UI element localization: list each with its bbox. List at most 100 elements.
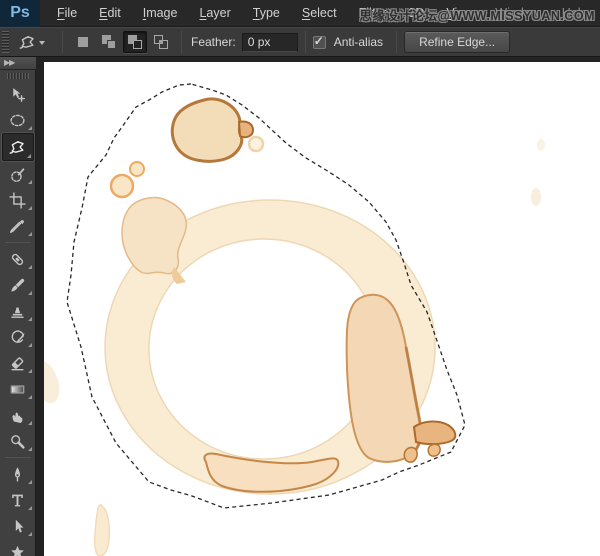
flyout-triangle-icon (27, 506, 32, 510)
photoshop-window: Ps File Edit Image Layer Type Select Fil… (0, 0, 600, 556)
flyout-triangle-icon (26, 154, 31, 158)
flyout-triangle-icon (27, 480, 32, 484)
anti-alias-label: Anti-alias (333, 35, 384, 49)
stain-dot (129, 161, 145, 177)
stain-speck (537, 139, 545, 151)
gradient-tool-icon (10, 384, 25, 394)
stain-drip (94, 504, 110, 556)
workspace: ▶▶ (0, 57, 600, 556)
feather-input[interactable] (241, 32, 298, 52)
intersect-selection-button[interactable] (149, 31, 173, 53)
flyout-triangle-icon (27, 343, 32, 347)
tools-panel-body (0, 70, 36, 556)
move-tool-icon (13, 87, 25, 102)
divider (396, 31, 398, 53)
refine-edge-button[interactable]: Refine Edge... (404, 31, 511, 53)
dodge-tool-button[interactable] (0, 428, 36, 454)
options-bar-grip[interactable] (2, 31, 9, 53)
anti-alias-checkbox[interactable] (312, 34, 326, 49)
custom-shape-icon (11, 545, 24, 556)
elliptical-marquee-tool-button[interactable] (0, 107, 36, 133)
menu-file[interactable]: File (46, 6, 88, 20)
flyout-triangle-icon (27, 447, 32, 451)
menu-bar: Ps File Edit Image Layer Type Select Fil… (0, 0, 600, 27)
flyout-triangle-icon (27, 369, 32, 373)
tools-panel: ▶▶ (0, 57, 36, 556)
clone-stamp-tool-button[interactable] (0, 298, 36, 324)
feather-label: Feather: (191, 35, 236, 49)
divider (181, 31, 182, 53)
menu-layer[interactable]: Layer (188, 6, 241, 20)
flyout-triangle-icon (27, 421, 32, 425)
divider (62, 31, 63, 53)
coffee-stain-artwork (44, 62, 600, 556)
stain-nub (427, 443, 441, 457)
clone-stamp-icon (11, 306, 24, 318)
stain-tiny-ring (247, 135, 265, 153)
stain-dot (109, 173, 135, 199)
tools-divider (4, 242, 31, 243)
elliptical-marquee-icon (10, 114, 25, 126)
tools-panel-grip[interactable] (6, 73, 29, 79)
spot-healing-brush-tool-button[interactable] (0, 246, 36, 272)
add-to-selection-button[interactable] (97, 31, 121, 53)
type-tool-button[interactable] (0, 487, 36, 513)
flyout-triangle-icon (27, 232, 32, 236)
eraser-tool-button[interactable] (0, 350, 36, 376)
gradient-tool-button[interactable] (0, 376, 36, 402)
eyedropper-tool-button[interactable] (0, 213, 36, 239)
polygonal-lasso-tool-button[interactable] (1, 133, 34, 161)
flyout-triangle-icon (27, 265, 32, 269)
canvas-area (36, 57, 600, 556)
menu-image[interactable]: Image (132, 6, 189, 20)
stain-bump (237, 120, 255, 139)
brush-tool-button[interactable] (0, 272, 36, 298)
quick-selection-tool-button[interactable] (0, 161, 36, 187)
document-canvas[interactable] (44, 62, 600, 556)
site-watermark: 思缘设计论坛@WWW.MISSYUAN.COM (359, 9, 595, 23)
subtract-from-selection-icon (128, 35, 142, 49)
flyout-triangle-icon (27, 180, 32, 184)
crop-tool-icon (9, 191, 26, 209)
stain-speck (531, 188, 541, 206)
dodge-tool-icon (11, 434, 25, 449)
brush-tool-icon (11, 278, 25, 292)
healing-brush-icon (11, 253, 24, 265)
pen-tool-button[interactable] (0, 461, 36, 487)
tools-divider (4, 457, 31, 458)
path-selection-tool-button[interactable] (0, 513, 36, 539)
flyout-triangle-icon (27, 395, 32, 399)
stain-top-splotch (170, 97, 244, 163)
stain-left-lobe (121, 196, 188, 275)
flyout-triangle-icon (27, 206, 32, 210)
intersect-selection-icon (154, 35, 168, 49)
quick-selection-icon (11, 167, 25, 182)
chevron-down-icon (39, 41, 45, 45)
new-selection-button[interactable] (71, 31, 95, 53)
smudge-tool-button[interactable] (0, 402, 36, 428)
stain-nub (403, 446, 418, 463)
active-tool-preset[interactable] (13, 31, 51, 54)
new-selection-icon (76, 35, 90, 49)
menu-edit[interactable]: Edit (88, 6, 132, 20)
stain-finger (412, 420, 457, 446)
history-brush-icon (11, 329, 25, 343)
move-tool-button[interactable] (0, 81, 36, 107)
polygonal-lasso-icon (19, 35, 34, 49)
menu-type[interactable]: Type (242, 6, 291, 20)
flyout-triangle-icon (27, 317, 32, 321)
subtract-from-selection-button[interactable] (123, 31, 147, 53)
crop-tool-button[interactable] (0, 187, 36, 213)
custom-shape-tool-button[interactable] (0, 539, 36, 556)
smudge-tool-icon (12, 412, 23, 423)
tool-options-bar: Feather: Anti-alias Refine Edge... (0, 27, 600, 57)
type-tool-icon (12, 494, 23, 506)
menu-select[interactable]: Select (291, 6, 348, 20)
double-chevron-right-icon: ▶▶ (4, 58, 15, 67)
tools-panel-header[interactable]: ▶▶ (0, 57, 36, 70)
history-brush-tool-button[interactable] (0, 324, 36, 350)
selection-arrow-icon (15, 519, 24, 532)
flyout-triangle-icon (27, 532, 32, 536)
polygonal-lasso-icon (9, 140, 24, 154)
divider (304, 31, 306, 53)
